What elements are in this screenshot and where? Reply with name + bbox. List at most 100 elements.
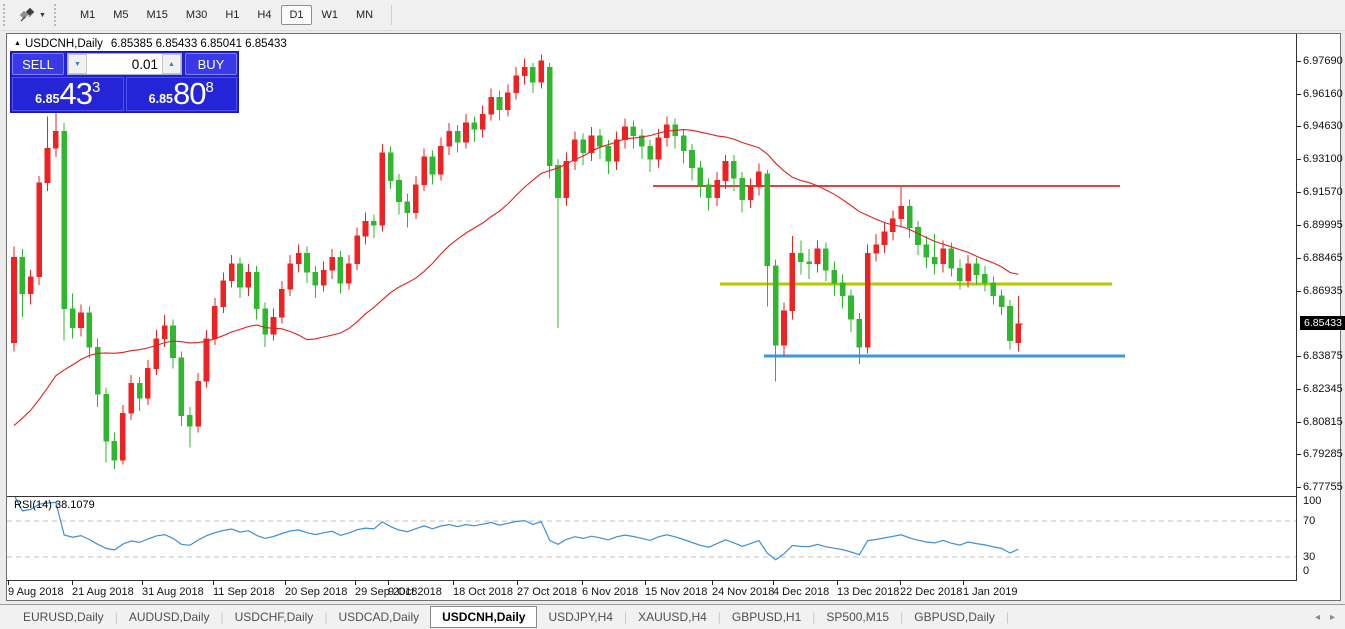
- time-axis-label: 13 Dec 2018: [837, 586, 899, 598]
- rsi-pane[interactable]: [7, 496, 1297, 581]
- price-axis-label: 6.86935: [1303, 285, 1345, 297]
- price-tick: [1297, 487, 1301, 488]
- candle: [723, 155, 728, 189]
- tab-usdjpy-h4[interactable]: USDJPY,H4: [537, 607, 623, 627]
- tab-usdchf-daily[interactable]: USDCHF,Daily: [224, 607, 325, 627]
- bid-price-big: 43: [60, 79, 92, 109]
- candle: [129, 375, 134, 420]
- candle: [849, 289, 854, 332]
- candle: [706, 178, 711, 210]
- rsi-axis-label: 70: [1303, 515, 1345, 527]
- candle: [12, 247, 17, 352]
- candle: [899, 187, 904, 228]
- price-tick: [1297, 126, 1301, 127]
- timeframe-button-MN[interactable]: MN: [348, 5, 381, 25]
- timeframe-button-H1[interactable]: H1: [217, 5, 247, 25]
- collapse-arrow-icon[interactable]: ▲: [14, 40, 21, 47]
- volume-decrease-button[interactable]: ▼: [68, 54, 87, 74]
- scroll-left-icon[interactable]: ◂: [1315, 612, 1320, 623]
- chart-ohlc-values: 6.85385 6.85433 6.85041 6.85433: [111, 38, 287, 50]
- timeframe-button-M30[interactable]: M30: [178, 5, 215, 25]
- toolbar-grip[interactable]: [3, 4, 8, 26]
- price-tick: [1297, 454, 1301, 455]
- time-tick: [8, 581, 9, 585]
- chart-tools-button[interactable]: ▼: [13, 6, 51, 25]
- tab-gbpusd-daily[interactable]: GBPUSD,Daily: [903, 607, 1006, 627]
- bid-price-pip: 3: [92, 79, 100, 96]
- price-axis-label: 6.89995: [1303, 219, 1345, 231]
- candle: [1008, 300, 1013, 349]
- timeframe-button-D1[interactable]: D1: [281, 5, 311, 25]
- timeframe-button-M1[interactable]: M1: [72, 5, 103, 25]
- price-tick: [1297, 225, 1301, 226]
- candle: [388, 146, 393, 189]
- candle: [740, 172, 745, 213]
- candle: [505, 84, 510, 116]
- chart-window: T ▲USDCNH,Daily6.85385 6.85433 6.85041 6…: [6, 33, 1341, 601]
- candle: [422, 148, 427, 191]
- rsi-line: [14, 496, 1018, 560]
- candle: [438, 138, 443, 181]
- timeframe-button-M5[interactable]: M5: [105, 5, 136, 25]
- tab-eurusd-daily[interactable]: EURUSD,Daily: [12, 607, 115, 627]
- volume-increase-button[interactable]: ▲: [162, 54, 181, 74]
- price-tick: [1297, 94, 1301, 95]
- buy-button[interactable]: BUY: [185, 53, 237, 75]
- timeframe-button-M15[interactable]: M15: [139, 5, 176, 25]
- candle: [614, 131, 619, 169]
- candle: [597, 129, 602, 159]
- sell-button[interactable]: SELL: [12, 53, 64, 75]
- candle: [915, 221, 920, 255]
- candle: [539, 54, 544, 88]
- tab-audusd-daily[interactable]: AUDUSD,Daily: [118, 607, 221, 627]
- time-tick: [72, 581, 73, 585]
- candle: [489, 89, 494, 121]
- candle: [556, 159, 561, 328]
- volume-input[interactable]: [87, 54, 162, 74]
- candle: [497, 91, 502, 121]
- candle: [246, 264, 251, 296]
- timeframe-button-H4[interactable]: H4: [249, 5, 279, 25]
- trade-marker: T: [1016, 322, 1023, 334]
- time-axis-label: 9 Aug 2018: [8, 586, 64, 598]
- candle: [689, 144, 694, 180]
- diamond-arrows-icon: [18, 8, 36, 23]
- time-tick: [900, 581, 901, 585]
- candle: [480, 106, 485, 138]
- tab-xauusd-h4[interactable]: XAUUSD,H4: [627, 607, 718, 627]
- tab-usdcad-daily[interactable]: USDCAD,Daily: [327, 607, 430, 627]
- toolbar-grip[interactable]: [54, 4, 59, 26]
- scroll-right-icon[interactable]: ▸: [1330, 612, 1335, 623]
- candle: [28, 270, 33, 304]
- candle: [648, 140, 653, 172]
- candle: [564, 153, 569, 206]
- candle: [472, 116, 477, 142]
- candle: [447, 123, 452, 155]
- ask-price-panel[interactable]: 6.85808: [126, 77, 238, 111]
- price-axis-label: 6.96160: [1303, 88, 1345, 100]
- tab-gbpusd-h1[interactable]: GBPUSD,H1: [721, 607, 812, 627]
- candle: [765, 170, 770, 307]
- time-axis-label: 21 Aug 2018: [72, 586, 134, 598]
- symbol-tab-bar: EURUSD,Daily|AUDUSD,Daily|USDCHF,Daily|U…: [0, 604, 1345, 629]
- one-click-trading-panel: SELL ▼ ▲ BUY 6.85433 6.85808: [10, 51, 239, 113]
- bid-price-panel[interactable]: 6.85433: [12, 77, 124, 111]
- time-tick: [213, 581, 214, 585]
- tab-usdcnh-daily[interactable]: USDCNH,Daily: [430, 606, 537, 628]
- candle: [145, 360, 150, 405]
- candle: [882, 223, 887, 253]
- time-tick: [773, 581, 774, 585]
- price-axis-label: 6.93100: [1303, 153, 1345, 165]
- candle: [363, 213, 368, 245]
- candle: [782, 302, 787, 355]
- timeframe-button-W1[interactable]: W1: [314, 5, 347, 25]
- candle: [204, 330, 209, 388]
- candle: [840, 274, 845, 308]
- candle: [514, 67, 519, 99]
- time-axis-label: 15 Nov 2018: [645, 586, 707, 598]
- rsi-indicator-label: RSI(14) 38.1079: [14, 499, 95, 511]
- time-tick: [388, 581, 389, 585]
- tab-sp500-m15[interactable]: SP500,M15: [815, 607, 900, 627]
- time-tick: [142, 581, 143, 585]
- arrow-up-icon: ▲: [168, 61, 175, 68]
